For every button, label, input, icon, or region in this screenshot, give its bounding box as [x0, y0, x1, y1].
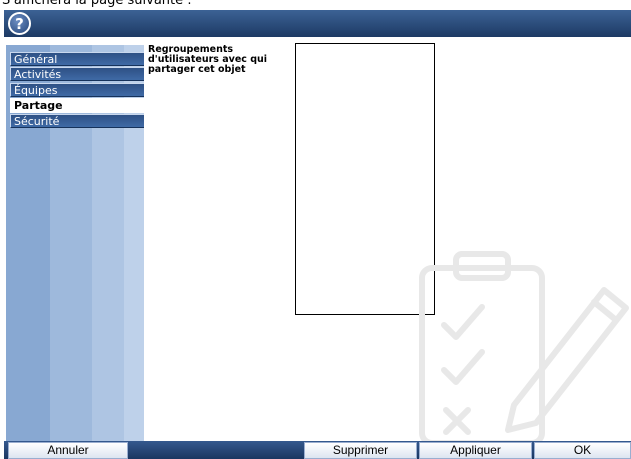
tab-general[interactable]: Général	[10, 52, 144, 66]
help-icon[interactable]: ?	[8, 12, 31, 35]
tab-equipes[interactable]: Équipes	[10, 83, 144, 97]
title-bar: ?	[4, 10, 631, 37]
tab-activites[interactable]: Activités	[10, 67, 144, 81]
checklist-pencil-icon	[419, 251, 629, 445]
page-caption: S'affichera la page suivante :	[2, 0, 192, 8]
sidebar: Général Activités Équipes Partage Sécuri…	[6, 45, 146, 447]
dialog-window: ? Général Activités Équipes Partage Sécu…	[4, 10, 631, 459]
sharing-groups-label: Regroupements d'utilisateurs avec qui pa…	[148, 44, 268, 75]
tab-securite[interactable]: Sécurité	[10, 114, 144, 128]
apply-button[interactable]: Appliquer	[419, 442, 532, 459]
delete-button[interactable]: Supprimer	[304, 442, 417, 459]
tab-partage[interactable]: Partage	[10, 98, 146, 113]
cancel-button[interactable]: Annuler	[8, 442, 128, 459]
ok-button[interactable]: OK	[534, 442, 631, 459]
